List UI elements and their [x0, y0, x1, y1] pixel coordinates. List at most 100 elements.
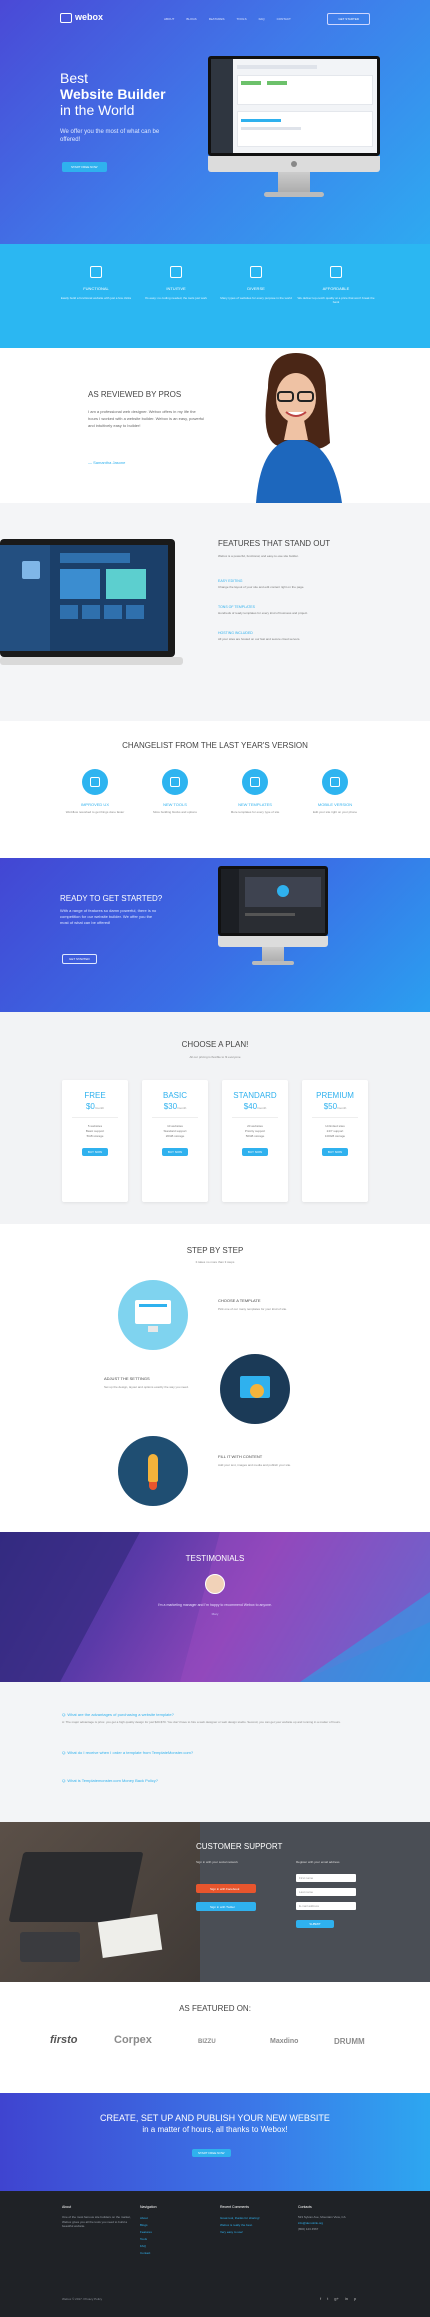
faq-answer: A: The major advantage is price: you get… — [62, 1720, 341, 1724]
start-free-button[interactable]: START FREE NOW — [62, 162, 107, 172]
changelist-item: MOBILE VERSION Edit your site right on y… — [300, 769, 370, 814]
copyright: Webox © 2017. Privacy Policy — [62, 2297, 103, 2301]
buy-now-button[interactable]: BUY NOW — [241, 1148, 269, 1156]
reviewed-author[interactable]: — Samantha Jasone — [88, 460, 125, 465]
standout-item-text: All your sites are hosted on our fast an… — [218, 637, 301, 641]
desk-photo — [0, 1822, 200, 1982]
top-nav: webox ABOUT BLOGS FEATURES TOOLS FAQ CON… — [60, 10, 370, 28]
footer-nav-link[interactable]: Blogs — [140, 2222, 215, 2229]
wallet-icon — [330, 266, 342, 278]
step-text: Pick one of our many templates for your … — [218, 1307, 288, 1311]
footer-news-item[interactable]: Very easy to use! — [220, 2229, 295, 2236]
google-plus-icon[interactable]: g+ — [334, 2296, 339, 2301]
footer-email[interactable]: info@demolink.org — [298, 2220, 373, 2227]
plan-price: $30/month — [163, 1102, 187, 1111]
feature-text: Easily build a functional website with j… — [60, 296, 132, 300]
brand-drumm: DRUMM — [334, 2037, 365, 2046]
feature-diverse: DIVERSE Many types of websites for every… — [216, 266, 296, 300]
changelist-item: IMPROVED UX Workflow reworked to get thi… — [60, 769, 130, 814]
support-title: CUSTOMER SUPPORT — [196, 1842, 283, 1851]
template-icon — [118, 1280, 188, 1350]
menu-item-contact[interactable]: CONTACT — [277, 17, 291, 21]
menu-item-faq[interactable]: FAQ — [259, 17, 265, 21]
submit-button[interactable]: SUBMIT — [296, 1920, 334, 1928]
featured-title: AS FEATURED ON: — [179, 2004, 251, 2013]
faq-item[interactable]: Q: What are the advantages of purchasing… — [62, 1712, 368, 1724]
email-field[interactable]: E-mail address — [296, 1902, 356, 1910]
footer-nav-link[interactable]: FAQ — [140, 2243, 215, 2250]
hero-title-line3: in the World — [60, 102, 135, 118]
faq-item[interactable]: Q: What is Templatemonster.com Money Bac… — [62, 1778, 368, 1786]
footer: About One of the most famous site builde… — [0, 2191, 430, 2317]
feature-title: FUNCTIONAL — [83, 286, 109, 291]
rocket-icon — [118, 1436, 188, 1506]
footer-news-item[interactable]: Great tool, thanks for sharing! — [220, 2215, 295, 2222]
plan-name: FREE — [84, 1091, 106, 1100]
hero-subtitle: We offer you the most of what can be off… — [60, 129, 160, 143]
featured-section: AS FEATURED ON: firsto Corpex BIZZU Maxd… — [0, 1982, 430, 2093]
plan-price: $40/month — [243, 1102, 267, 1111]
avatar — [205, 1574, 225, 1594]
changelist-item-text: Workflow reworked to get things done fas… — [65, 810, 125, 814]
plan-card-standard: STANDARD $40/month 20 websites Priority … — [222, 1080, 288, 1202]
changelist-item-title: IMPROVED UX — [80, 802, 109, 807]
pinterest-icon[interactable]: p — [354, 2296, 356, 2301]
faq-question[interactable]: Q: What are the advantages of purchasing… — [62, 1712, 368, 1717]
feature-intuitive: INTUITIVE It's easy: no coding needed, t… — [136, 266, 216, 300]
step-item: ADJUST THE SETTINGS Set up the design, l… — [104, 1376, 199, 1389]
standout-item: TONS OF TEMPLATES Hundreds of ready temp… — [218, 605, 343, 615]
footer-navigation: Navigation About Blogs Features Tools FA… — [140, 2205, 215, 2257]
brand-firsto: firsto — [50, 2034, 78, 2046]
reviewed-text: I am a professional web designer. Webox … — [88, 409, 205, 428]
signin-twitter-button[interactable]: Sign in with Twitter — [196, 1902, 256, 1911]
menu-item-blogs[interactable]: BLOGS — [186, 17, 196, 21]
brand-maxdino: Maxdino — [270, 2038, 299, 2045]
facebook-icon[interactable]: f — [320, 2296, 321, 2301]
buy-now-button[interactable]: BUY NOW — [321, 1148, 349, 1156]
faq-question[interactable]: Q: What is Templatemonster.com Money Bac… — [62, 1778, 368, 1783]
step-item: FILL IT WITH CONTENT Add your text, imag… — [218, 1454, 313, 1467]
brand-bizzu: BIZZU — [198, 2039, 216, 2045]
plan-card-basic: BASIC $30/month 10 websites Standard sup… — [142, 1080, 208, 1202]
feature-affordable: AFFORDABLE We deliver top-notch quality … — [296, 266, 376, 304]
logo-text[interactable]: webox — [75, 12, 103, 22]
first-name-field[interactable]: First name — [296, 1874, 356, 1882]
hero-title-line2: Website Builder — [60, 86, 166, 102]
monitor-icon — [250, 266, 262, 278]
buy-now-button[interactable]: BUY NOW — [161, 1148, 189, 1156]
footer-news-item[interactable]: Webox is really the best. — [220, 2222, 295, 2229]
footer-about-title: About — [62, 2205, 72, 2209]
changelist-item-text: Edit your site right on your phone — [312, 810, 358, 814]
menu-item-features[interactable]: FEATURES — [209, 17, 225, 21]
main-menu: ABOUT BLOGS FEATURES TOOLS FAQ CONTACT — [164, 17, 291, 21]
feature-functional: FUNCTIONAL Easily build a functional web… — [56, 266, 136, 300]
plan-name: PREMIUM — [316, 1091, 354, 1100]
play-icon — [277, 885, 289, 897]
ready-title: READY TO GET STARTED? — [60, 894, 163, 903]
linkedin-icon[interactable]: in — [345, 2296, 348, 2301]
testimonials-title: TESTIMONIALS — [185, 1554, 245, 1563]
standout-item: EASY EDITING Change the layout of your s… — [218, 579, 343, 589]
twitter-icon[interactable]: t — [327, 2296, 328, 2301]
standout-item-title: HOSTING INCLUDED — [218, 631, 253, 635]
logo-icon[interactable] — [60, 13, 72, 23]
buy-now-button[interactable]: BUY NOW — [81, 1148, 109, 1156]
footer-nav-link[interactable]: Features — [140, 2229, 215, 2236]
last-name-field[interactable]: Last name — [296, 1888, 356, 1896]
menu-item-tools[interactable]: TOOLS — [236, 17, 246, 21]
faq-question[interactable]: Q: What do I receive when I order a temp… — [62, 1750, 368, 1755]
ready-get-started-button[interactable]: GET STARTED — [62, 954, 97, 964]
standout-section: FEATURES THAT STAND OUT Webox is a power… — [0, 503, 430, 721]
feature-title: DIVERSE — [247, 286, 265, 291]
footer-nav-link[interactable]: About — [140, 2215, 215, 2222]
signin-facebook-button[interactable]: Sign in with Facebook — [196, 1884, 256, 1893]
menu-item-about[interactable]: ABOUT — [164, 17, 174, 21]
cta-start-free-button[interactable]: START FREE NOW — [192, 2149, 231, 2157]
get-started-button[interactable]: GET STARTED — [327, 13, 370, 25]
faq-item[interactable]: Q: What do I receive when I order a temp… — [62, 1750, 368, 1758]
social-links: f t g+ in p — [320, 2296, 356, 2301]
footer-nav-link[interactable]: Contact — [140, 2250, 215, 2257]
footer-nav-link[interactable]: Tools — [140, 2236, 215, 2243]
footer-news: Recent Comments Great tool, thanks for s… — [220, 2205, 295, 2236]
standout-item-text: Change the layout of your site and edit … — [218, 585, 305, 589]
